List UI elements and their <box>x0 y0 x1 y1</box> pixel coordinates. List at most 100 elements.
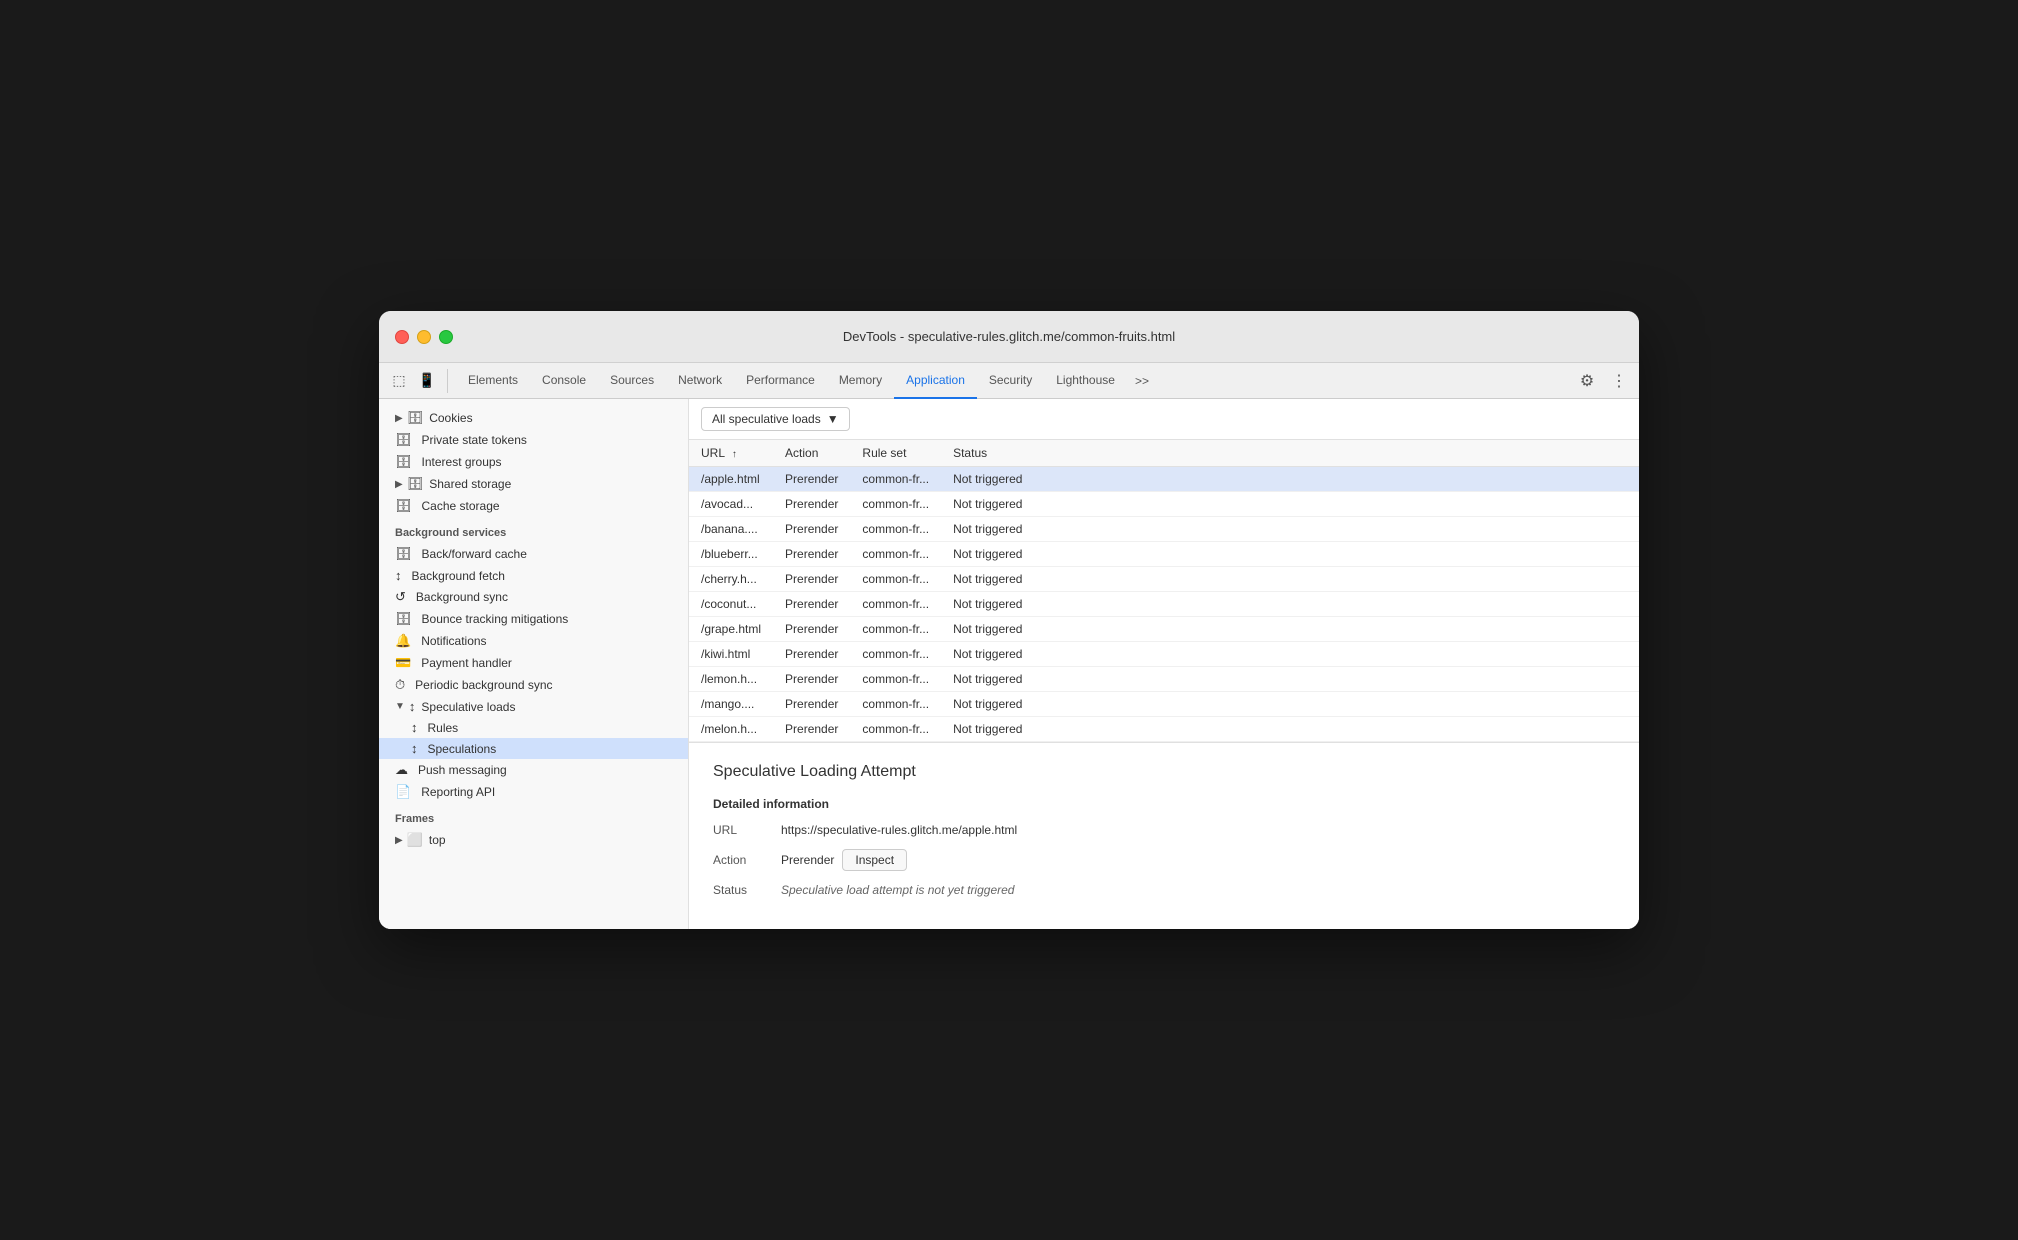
sidebar-item-label-cookies: Cookies <box>429 411 472 425</box>
cache-storage-db-icon: 🗄 <box>395 498 412 514</box>
detail-status-value: Speculative load attempt is not yet trig… <box>781 883 1014 897</box>
sidebar-item-label-push-messaging: Push messaging <box>418 763 507 777</box>
col-header-url[interactable]: URL ↑ <box>689 440 773 467</box>
more-options-icon[interactable]: ⋮ <box>1607 369 1631 393</box>
cell-url: /avocad... <box>689 492 773 517</box>
cell-action: Prerender <box>773 592 850 617</box>
sidebar-item-interest-groups[interactable]: 🗄 Interest groups <box>379 451 688 473</box>
table-row[interactable]: /mango....Prerendercommon-fr...Not trigg… <box>689 692 1639 717</box>
cell-ruleset: common-fr... <box>850 542 941 567</box>
sidebar-item-label-notifications: Notifications <box>421 634 486 648</box>
sidebar-item-payment-handler[interactable]: 💳 Payment handler <box>379 652 688 674</box>
table-row[interactable]: /apple.htmlPrerendercommon-fr...Not trig… <box>689 467 1639 492</box>
settings-icon[interactable]: ⚙ <box>1575 369 1599 393</box>
traffic-lights <box>395 330 453 344</box>
table-row[interactable]: /grape.htmlPrerendercommon-fr...Not trig… <box>689 617 1639 642</box>
tab-elements[interactable]: Elements <box>456 363 530 399</box>
cell-ruleset: common-fr... <box>850 517 941 542</box>
sidebar-item-shared-storage[interactable]: ▶ 🗄 Shared storage <box>379 473 688 495</box>
detail-title: Speculative Loading Attempt <box>713 763 1615 781</box>
sidebar-item-speculative-loads[interactable]: ▼ ↕ Speculative loads <box>379 696 688 717</box>
sidebar-item-label-speculative-loads: Speculative loads <box>421 700 515 714</box>
cell-url: /banana.... <box>689 517 773 542</box>
tab-network[interactable]: Network <box>666 363 734 399</box>
shared-storage-db-icon: 🗄 <box>407 476 424 492</box>
cell-status: Not triggered <box>941 642 1639 667</box>
tab-security[interactable]: Security <box>977 363 1044 399</box>
inspect-button[interactable]: Inspect <box>842 849 907 871</box>
cell-status: Not triggered <box>941 592 1639 617</box>
cell-action: Prerender <box>773 492 850 517</box>
sidebar-item-cookies[interactable]: ▶ 🗄 Cookies <box>379 407 688 429</box>
sidebar-item-periodic-bg-sync[interactable]: ⏱ Periodic background sync <box>379 674 688 696</box>
detail-action-label: Action <box>713 853 773 867</box>
col-header-status[interactable]: Status <box>941 440 1639 467</box>
sidebar-item-bounce-tracking[interactable]: 🗄 Bounce tracking mitigations <box>379 608 688 630</box>
sidebar-item-label-payment: Payment handler <box>421 656 512 670</box>
sidebar-item-notifications[interactable]: 🔔 Notifications <box>379 630 688 652</box>
sidebar-item-speculations[interactable]: ↕ Speculations <box>379 738 688 759</box>
cell-url: /grape.html <box>689 617 773 642</box>
cell-ruleset: common-fr... <box>850 642 941 667</box>
speculative-loads-icon: ↕ <box>409 699 416 714</box>
speculative-loads-table: URL ↑ Action Rule set Status <box>689 440 1639 742</box>
maximize-button[interactable] <box>439 330 453 344</box>
payment-handler-card-icon: 💳 <box>395 655 411 671</box>
cookies-db-icon: 🗄 <box>407 410 424 426</box>
detail-url-row: URL https://speculative-rules.glitch.me/… <box>713 823 1615 837</box>
more-tabs-button[interactable]: >> <box>1127 370 1157 392</box>
cell-action: Prerender <box>773 642 850 667</box>
sidebar-item-label-speculations: Speculations <box>428 742 497 756</box>
minimize-button[interactable] <box>417 330 431 344</box>
cell-status: Not triggered <box>941 517 1639 542</box>
table-container[interactable]: URL ↑ Action Rule set Status <box>689 440 1639 742</box>
cell-ruleset: common-fr... <box>850 567 941 592</box>
table-row[interactable]: /banana....Prerendercommon-fr...Not trig… <box>689 517 1639 542</box>
sidebar-item-frame-top[interactable]: ▶ ⬜ top <box>379 829 688 851</box>
cell-ruleset: common-fr... <box>850 467 941 492</box>
tab-lighthouse[interactable]: Lighthouse <box>1044 363 1127 399</box>
table-row[interactable]: /avocad...Prerendercommon-fr...Not trigg… <box>689 492 1639 517</box>
cell-ruleset: common-fr... <box>850 617 941 642</box>
tab-memory[interactable]: Memory <box>827 363 894 399</box>
sidebar-item-rules[interactable]: ↕ Rules <box>379 717 688 738</box>
sidebar-item-back-forward-cache[interactable]: 🗄 Back/forward cache <box>379 543 688 565</box>
back-forward-db-icon: 🗄 <box>395 546 412 562</box>
sidebar-item-reporting-api[interactable]: 📄 Reporting API <box>379 781 688 803</box>
filter-dropdown[interactable]: All speculative loads ▼ <box>701 407 850 431</box>
col-header-ruleset[interactable]: Rule set <box>850 440 941 467</box>
inspect-element-icon[interactable]: ⬚ <box>387 369 411 393</box>
table-row[interactable]: /coconut...Prerendercommon-fr...Not trig… <box>689 592 1639 617</box>
frame-window-icon: ⬜ <box>407 832 423 848</box>
cell-status: Not triggered <box>941 667 1639 692</box>
cell-ruleset: common-fr... <box>850 667 941 692</box>
background-fetch-icon: ↕ <box>395 568 402 583</box>
sidebar-item-push-messaging[interactable]: ☁ Push messaging <box>379 759 688 781</box>
tab-application[interactable]: Application <box>894 363 977 399</box>
cell-url: /coconut... <box>689 592 773 617</box>
sidebar-item-cache-storage[interactable]: 🗄 Cache storage <box>379 495 688 517</box>
sidebar-item-background-fetch[interactable]: ↕ Background fetch <box>379 565 688 586</box>
sidebar-item-background-sync[interactable]: ↺ Background sync <box>379 586 688 608</box>
tab-console[interactable]: Console <box>530 363 598 399</box>
tab-icons-group: ⬚ 📱 <box>387 369 448 393</box>
tab-performance[interactable]: Performance <box>734 363 827 399</box>
table-row[interactable]: /kiwi.htmlPrerendercommon-fr...Not trigg… <box>689 642 1639 667</box>
background-services-section: Background services <box>379 517 688 543</box>
col-header-action[interactable]: Action <box>773 440 850 467</box>
table-body: /apple.htmlPrerendercommon-fr...Not trig… <box>689 467 1639 742</box>
tab-sources[interactable]: Sources <box>598 363 666 399</box>
tab-actions: ⚙ ⋮ <box>1575 369 1631 393</box>
table-row[interactable]: /blueberr...Prerendercommon-fr...Not tri… <box>689 542 1639 567</box>
cell-action: Prerender <box>773 517 850 542</box>
notifications-bell-icon: 🔔 <box>395 633 411 649</box>
table-row[interactable]: /lemon.h...Prerendercommon-fr...Not trig… <box>689 667 1639 692</box>
cell-url: /melon.h... <box>689 717 773 742</box>
sidebar-item-private-state-tokens[interactable]: 🗄 Private state tokens <box>379 429 688 451</box>
device-mode-icon[interactable]: 📱 <box>415 369 439 393</box>
cell-url: /mango.... <box>689 692 773 717</box>
cell-action: Prerender <box>773 567 850 592</box>
table-row[interactable]: /cherry.h...Prerendercommon-fr...Not tri… <box>689 567 1639 592</box>
close-button[interactable] <box>395 330 409 344</box>
table-row[interactable]: /melon.h...Prerendercommon-fr...Not trig… <box>689 717 1639 742</box>
